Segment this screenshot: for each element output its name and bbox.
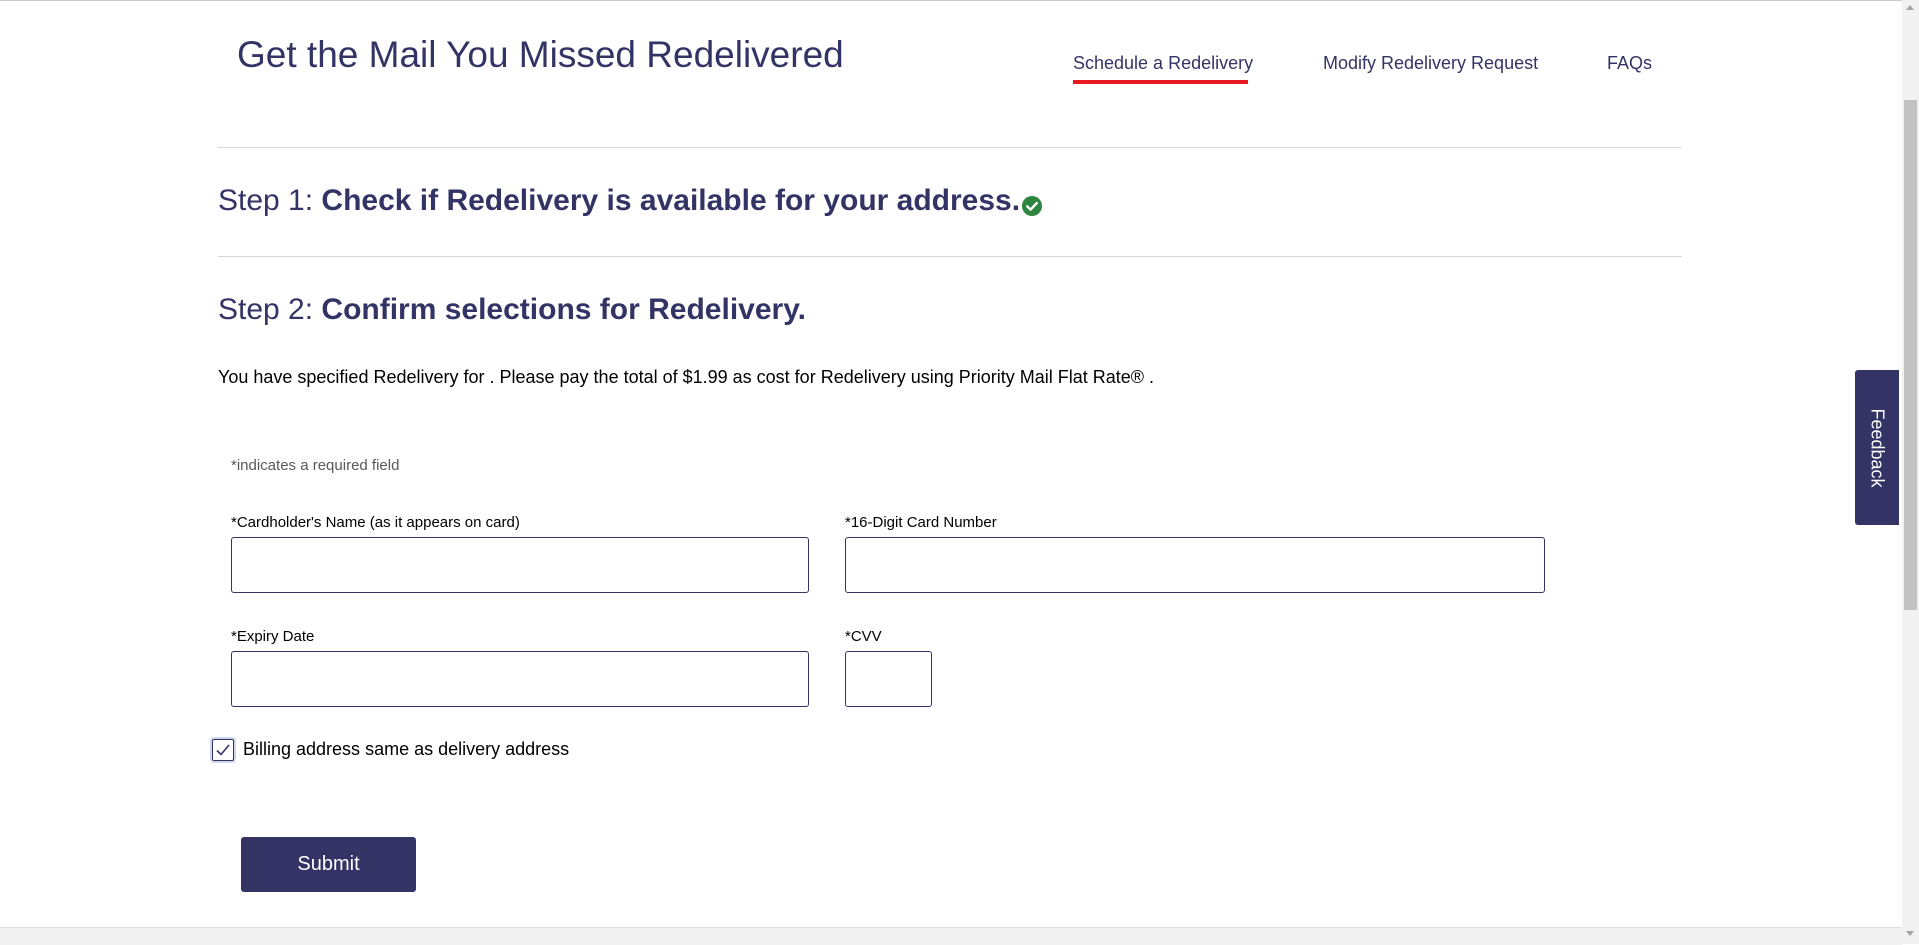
feedback-tab[interactable]: Feedback <box>1855 370 1899 525</box>
step-1-text: Check if Redelivery is available for you… <box>321 184 1021 217</box>
billing-same-checkbox[interactable] <box>212 739 234 761</box>
horizontal-scrollbar[interactable] <box>0 927 1902 945</box>
page-title: Get the Mail You Missed Redelivered <box>237 34 844 75</box>
cardholder-name-label: *Cardholder's Name (as it appears on car… <box>231 514 520 531</box>
divider <box>218 147 1682 148</box>
cvv-input[interactable] <box>845 651 932 707</box>
nav-faqs[interactable]: FAQs <box>1607 53 1652 74</box>
cardholder-name-input[interactable] <box>231 537 809 593</box>
scroll-up-arrow-icon[interactable] <box>1906 5 1914 10</box>
step-1-prefix: Step 1: <box>218 184 322 217</box>
card-number-label: *16-Digit Card Number <box>845 514 997 531</box>
step-1-heading[interactable]: Step 1: Check if Redelivery is available… <box>218 184 1043 218</box>
cvv-label: *CVV <box>845 628 882 645</box>
step-2-heading: Step 2: Confirm selections for Redeliver… <box>218 293 806 327</box>
card-number-input[interactable] <box>845 537 1545 593</box>
divider <box>218 256 1682 257</box>
payment-info-text: You have specified Redelivery for . Plea… <box>218 367 1155 387</box>
expiry-date-label: *Expiry Date <box>231 628 315 645</box>
expiry-date-input[interactable] <box>231 651 809 707</box>
check-circle-icon <box>1022 190 1043 217</box>
scrollbar-thumb[interactable] <box>1904 100 1917 610</box>
step-2-text: Confirm selections for Redelivery. <box>321 293 806 326</box>
nav-schedule-redelivery[interactable]: Schedule a Redelivery <box>1073 53 1253 74</box>
feedback-label: Feedback <box>1867 407 1888 488</box>
checkmark-icon <box>216 744 230 756</box>
nav-modify-redelivery-request[interactable]: Modify Redelivery Request <box>1323 53 1538 74</box>
step-2-prefix: Step 2: <box>218 293 322 326</box>
top-border <box>0 0 1919 1</box>
submit-button[interactable]: Submit <box>241 837 416 892</box>
scroll-down-arrow-icon[interactable] <box>1906 931 1914 936</box>
billing-same-label[interactable]: Billing address same as delivery address <box>243 739 569 760</box>
required-field-note: *indicates a required field <box>231 457 400 474</box>
active-nav-underline <box>1073 80 1248 84</box>
